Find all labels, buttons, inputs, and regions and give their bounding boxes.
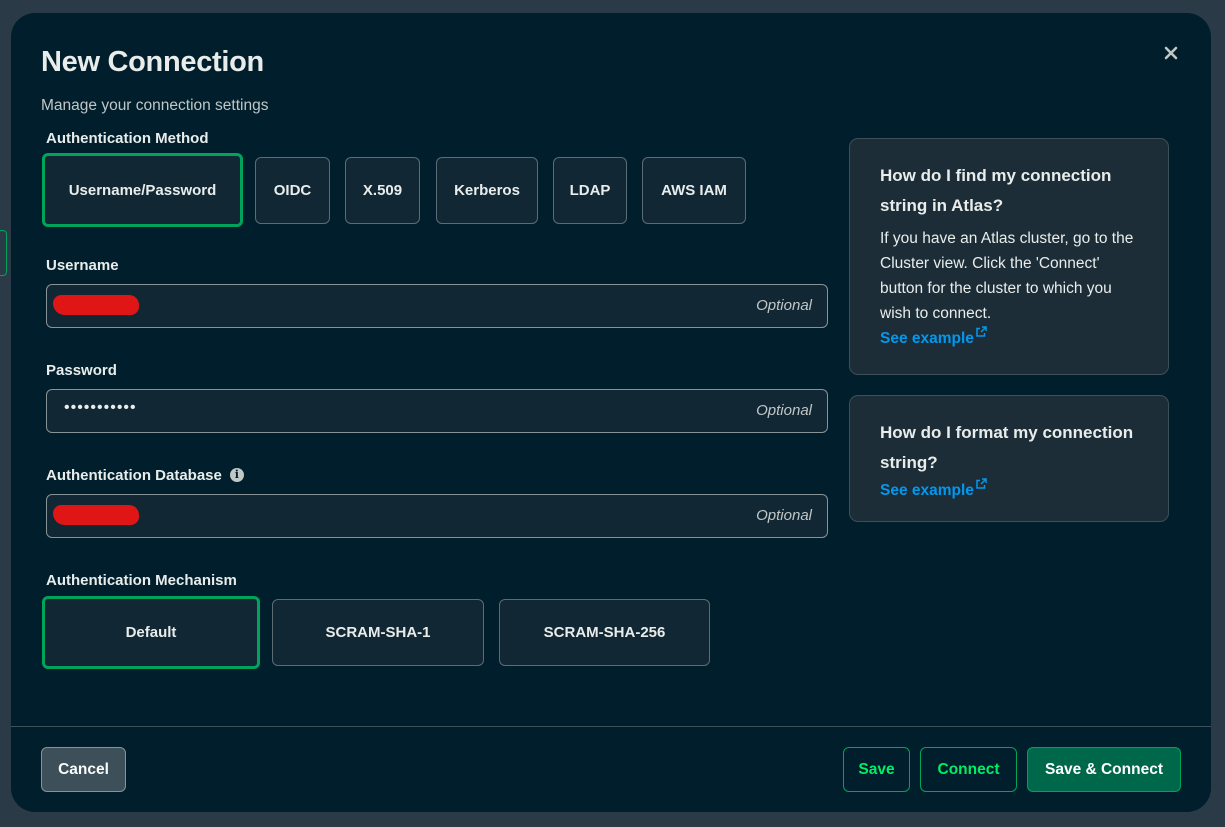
redacted-value [53, 295, 139, 315]
auth-database-label: Authentication Database i [46, 467, 244, 484]
auth-mechanism-default[interactable]: Default [42, 596, 260, 669]
external-link-icon [976, 478, 987, 489]
auth-database-input[interactable]: Optional [46, 494, 828, 538]
info-icon[interactable]: i [229, 467, 244, 482]
help-card-body: If you have an Atlas cluster, go to the … [880, 230, 1134, 322]
auth-mechanism-scram-sha-256[interactable]: SCRAM-SHA-256 [499, 599, 710, 666]
help-card-find-connection-string: How do I find my connection string in At… [849, 138, 1169, 375]
close-icon [1164, 46, 1178, 60]
auth-method-x509[interactable]: X.509 [345, 157, 420, 224]
auth-method-kerberos[interactable]: Kerberos [436, 157, 538, 224]
cancel-button[interactable]: Cancel [41, 747, 126, 792]
auth-method-aws-iam[interactable]: AWS IAM [642, 157, 746, 224]
help-card-format-connection-string: How do I format my connection string? Se… [849, 395, 1169, 522]
new-connection-modal: New Connection Manage your connection se… [11, 13, 1211, 812]
auth-database-label-text: Authentication Database [46, 467, 222, 484]
see-example-link-text: See example [880, 482, 974, 499]
auth-method-label: Authentication Method [46, 130, 209, 147]
auth-mechanism-label: Authentication Mechanism [46, 572, 237, 589]
auth-method-oidc[interactable]: OIDC [255, 157, 330, 224]
password-input[interactable]: ••••••••••• Optional [46, 389, 828, 433]
save-and-connect-button[interactable]: Save & Connect [1027, 747, 1181, 792]
username-placeholder: Optional [756, 297, 812, 314]
modal-subtitle: Manage your connection settings [41, 97, 269, 114]
password-masked-value: ••••••••••• [64, 399, 137, 416]
username-label: Username [46, 257, 119, 274]
redacted-value [53, 505, 139, 525]
see-example-link[interactable]: See example [880, 478, 987, 503]
username-input[interactable]: Optional [46, 284, 828, 328]
modal-title: New Connection [41, 46, 264, 78]
save-button[interactable]: Save [843, 747, 910, 792]
password-placeholder: Optional [756, 402, 812, 419]
close-button[interactable] [1159, 41, 1183, 65]
auth-method-username-password[interactable]: Username/Password [42, 153, 243, 227]
help-card-title: How do I find my connection string in At… [880, 166, 1112, 215]
auth-mechanism-scram-sha-1[interactable]: SCRAM-SHA-1 [272, 599, 484, 666]
external-link-icon [976, 326, 987, 337]
footer-divider [11, 726, 1211, 727]
see-example-link[interactable]: See example [880, 326, 987, 351]
background-panel-edge [0, 230, 7, 276]
auth-database-placeholder: Optional [756, 507, 812, 524]
see-example-link-text: See example [880, 330, 974, 347]
connect-button[interactable]: Connect [920, 747, 1017, 792]
help-card-title: How do I format my connection string? [880, 423, 1134, 472]
auth-method-ldap[interactable]: LDAP [553, 157, 627, 224]
password-label: Password [46, 362, 117, 379]
